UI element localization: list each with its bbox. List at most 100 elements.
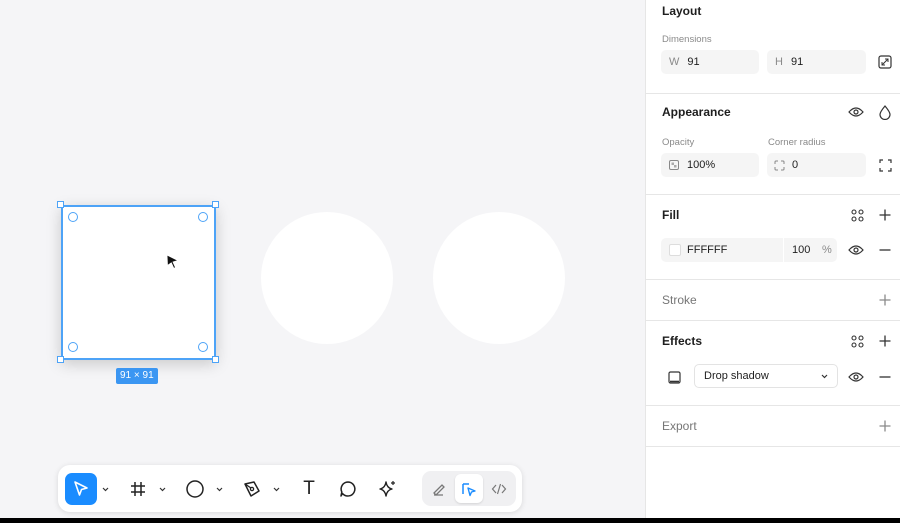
fill-visibility-button[interactable] xyxy=(848,242,864,258)
fill-opacity-value: 100 xyxy=(792,244,811,256)
width-value: 91 xyxy=(687,56,700,68)
shape-tool-dropdown[interactable] xyxy=(215,484,223,494)
expand-corners-icon xyxy=(878,158,892,172)
add-effect-button[interactable] xyxy=(877,333,893,349)
plus-icon xyxy=(879,294,891,306)
dev-mode-button[interactable] xyxy=(485,474,513,503)
text-t-icon: T xyxy=(303,478,315,499)
plus-icon xyxy=(879,420,891,432)
ellipse-shape[interactable] xyxy=(433,212,565,344)
resize-handle-top-right[interactable] xyxy=(212,201,219,208)
frame-tool-button[interactable] xyxy=(122,473,154,505)
height-field[interactable]: H 91 xyxy=(767,50,866,74)
opacity-grid-icon xyxy=(669,160,679,170)
effects-title: Effects xyxy=(662,334,703,348)
cursor-arrow-icon xyxy=(74,481,88,496)
remove-effect-button[interactable] xyxy=(877,369,893,385)
selection-size-badge: 91 × 91 xyxy=(116,368,158,384)
text-tool-button[interactable]: T xyxy=(293,473,325,505)
pen-tool-button[interactable] xyxy=(236,473,268,505)
opacity-label: Opacity xyxy=(662,137,695,148)
layout-section: Layout Dimensions W 91 H 91 xyxy=(646,0,900,94)
appearance-title: Appearance xyxy=(662,105,731,119)
corner-radius-handle-top-left[interactable] xyxy=(68,212,78,222)
pen-tool-dropdown[interactable] xyxy=(272,484,280,494)
fill-opacity-unit: % xyxy=(822,244,832,256)
draw-mode-button[interactable] xyxy=(425,474,453,503)
opacity-value: 100% xyxy=(687,159,716,171)
sparkle-icon xyxy=(379,481,395,497)
move-tool-button[interactable] xyxy=(65,473,97,505)
fill-title: Fill xyxy=(662,208,680,222)
pencil-draw-icon xyxy=(433,483,445,496)
styles-grid-icon xyxy=(850,208,864,222)
comment-tool-button[interactable] xyxy=(332,473,364,505)
resize-box-icon xyxy=(878,55,892,69)
mouse-cursor-icon xyxy=(166,254,180,275)
pen-nib-icon xyxy=(244,481,260,497)
window-bottom-edge xyxy=(0,518,900,523)
minus-icon xyxy=(879,376,891,378)
corner-radius-handle-top-right[interactable] xyxy=(198,212,208,222)
design-mode-button[interactable] xyxy=(455,474,483,503)
effect-visibility-button[interactable] xyxy=(848,369,864,385)
shape-tool-button[interactable] xyxy=(179,473,211,505)
selected-rectangle[interactable] xyxy=(61,205,216,360)
export-title: Export xyxy=(662,419,697,433)
fill-opacity-divider xyxy=(783,238,784,262)
width-prefix: W xyxy=(669,56,680,68)
fill-color-swatch[interactable] xyxy=(669,244,681,256)
corner-radius-value: 0 xyxy=(792,159,799,171)
eye-icon xyxy=(848,245,864,255)
ellipse-icon xyxy=(186,480,204,498)
ellipse-shape[interactable] xyxy=(261,212,393,344)
add-export-button[interactable] xyxy=(877,418,893,434)
appearance-section: Appearance Opacity Corner radius 100% 0 xyxy=(646,94,900,195)
eye-icon xyxy=(848,107,864,117)
add-fill-button[interactable] xyxy=(877,207,893,223)
constrain-proportions-button[interactable] xyxy=(877,54,893,70)
blend-mode-button[interactable] xyxy=(877,104,893,120)
effect-type-value: Drop shadow xyxy=(704,370,769,382)
design-canvas[interactable]: 91 × 91 T xyxy=(0,0,645,518)
effect-styles-button[interactable] xyxy=(849,333,865,349)
effect-settings-button[interactable] xyxy=(666,369,682,385)
frame-tool-dropdown[interactable] xyxy=(158,484,166,494)
add-stroke-button[interactable] xyxy=(877,292,893,308)
mode-switcher xyxy=(422,471,516,506)
height-prefix: H xyxy=(775,56,783,68)
corner-radius-field[interactable]: 0 xyxy=(767,153,866,177)
comment-bubble-icon xyxy=(340,481,356,497)
layout-title: Layout xyxy=(662,4,702,18)
design-mode-icon xyxy=(462,482,476,496)
resize-handle-bottom-left[interactable] xyxy=(57,356,64,363)
effects-section: Effects Drop shadow xyxy=(646,321,900,406)
corner-radius-handle-bottom-right[interactable] xyxy=(198,342,208,352)
fill-hex-value: FFFFFF xyxy=(687,244,728,256)
effect-type-dropdown[interactable]: Drop shadow xyxy=(694,364,838,388)
chevron-down-icon xyxy=(159,487,165,491)
toggle-visibility-button[interactable] xyxy=(848,104,864,120)
fill-section: Fill FFFFFF 100 % xyxy=(646,195,900,280)
eye-icon xyxy=(848,372,864,382)
move-tool-dropdown[interactable] xyxy=(101,484,109,494)
fill-color-field[interactable]: FFFFFF 100 % xyxy=(661,238,837,262)
chevron-down-icon xyxy=(102,487,108,491)
export-section: Export xyxy=(646,406,900,447)
height-value: 91 xyxy=(790,56,804,68)
opacity-field[interactable]: 100% xyxy=(661,153,759,177)
hash-frame-icon xyxy=(131,482,145,496)
resize-handle-bottom-right[interactable] xyxy=(212,356,219,363)
independent-corners-button[interactable] xyxy=(877,157,893,173)
code-icon xyxy=(491,483,507,494)
chevron-down-icon xyxy=(273,487,279,491)
corner-radius-handle-bottom-left[interactable] xyxy=(68,342,78,352)
ai-tool-button[interactable] xyxy=(372,473,404,505)
resize-handle-top-left[interactable] xyxy=(57,201,64,208)
fill-styles-button[interactable] xyxy=(849,207,865,223)
shadow-square-icon xyxy=(667,370,681,384)
chevron-down-icon xyxy=(821,374,828,379)
remove-fill-button[interactable] xyxy=(877,242,893,258)
minus-icon xyxy=(879,249,891,251)
width-field[interactable]: W 91 xyxy=(661,50,759,74)
